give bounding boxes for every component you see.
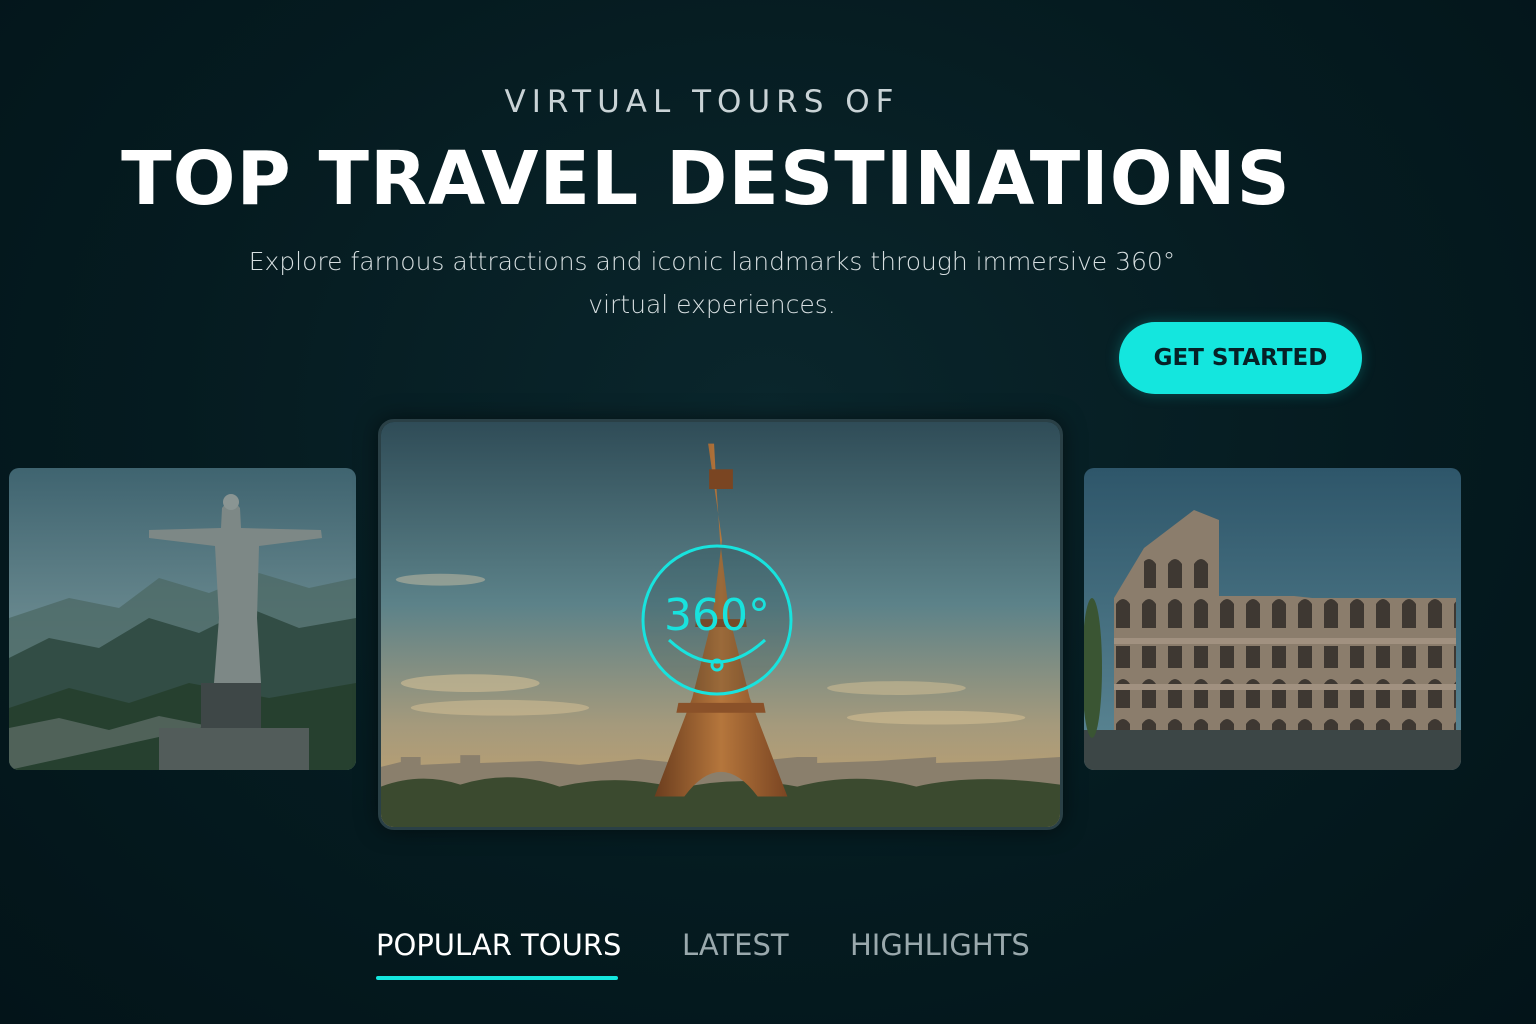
tab-highlights[interactable]: HIGHLIGHTS — [850, 928, 1030, 974]
get-started-button[interactable]: GET STARTED — [1119, 322, 1362, 394]
hero-eyebrow: VIRTUAL TOURS OF — [504, 84, 900, 120]
360-badge-label: 360° — [664, 590, 770, 641]
christ-the-redeemer-image — [9, 468, 356, 770]
360-view-badge[interactable]: 360° — [641, 544, 793, 696]
hero-title: TOP TRAVEL DESTINATIONS — [121, 136, 1291, 222]
colosseum-image — [1084, 468, 1461, 770]
tab-popular-tours[interactable]: POPULAR TOURS — [376, 928, 621, 974]
tour-card-eiffel-tower[interactable]: 360° — [378, 419, 1063, 830]
hero-subtitle: Explore farnous attractions and iconic l… — [248, 247, 1176, 319]
tab-latest[interactable]: LATEST — [682, 928, 789, 974]
tour-card-christ-the-redeemer[interactable] — [9, 468, 356, 770]
tour-card-colosseum[interactable] — [1084, 468, 1461, 770]
page: VIRTUAL TOURS OF TOP TRAVEL DESTINATIONS… — [0, 0, 1536, 1024]
active-tab-indicator — [376, 976, 618, 980]
